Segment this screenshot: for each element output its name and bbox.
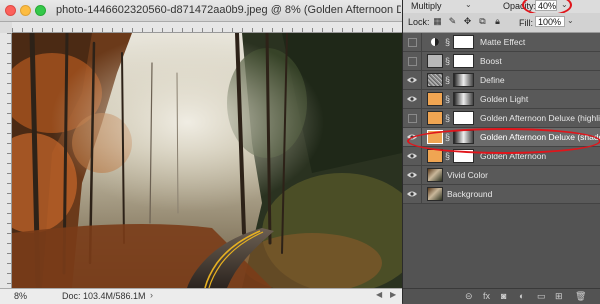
layer-row[interactable]: Background <box>403 185 600 204</box>
fill-label: Fill: <box>519 18 533 28</box>
hidden-visibility-box <box>408 38 417 47</box>
vertical-ruler[interactable] <box>0 33 12 288</box>
visibility-toggle[interactable] <box>403 52 422 70</box>
layer-mask-thumbnail[interactable] <box>453 73 474 87</box>
blend-dropdown-icon[interactable]: ⌄ <box>465 0 472 9</box>
add-mask-icon[interactable]: ◙ <box>501 291 506 301</box>
fill-input[interactable]: 100% <box>535 16 565 27</box>
layer-name: Golden Afternoon <box>480 151 547 161</box>
layer-thumbnail[interactable] <box>427 187 443 201</box>
eye-icon <box>407 96 417 102</box>
link-icon[interactable]: § <box>445 74 451 86</box>
layer-mask-thumbnail[interactable] <box>453 35 474 49</box>
status-menu-arrow-icon[interactable]: › <box>150 290 153 300</box>
layer-row[interactable]: § Golden Light <box>403 90 600 109</box>
canvas-image[interactable] <box>12 33 402 288</box>
layer-name: Background <box>447 189 493 199</box>
adjustment-thumbnail[interactable] <box>427 54 443 68</box>
visibility-toggle[interactable] <box>403 166 422 184</box>
lock-image-pixels-icon[interactable]: ✎ <box>448 17 457 26</box>
layer-style-icon[interactable]: fx <box>483 291 490 301</box>
layer-list: § Matte Effect § Boost § Define § Golden Light §… <box>403 33 600 204</box>
link-icon[interactable]: § <box>445 150 451 162</box>
hidden-visibility-box <box>408 114 417 123</box>
eye-icon <box>407 191 417 197</box>
document-title: photo-1446602320560-d871472aa0b9.jpeg @ … <box>56 4 401 16</box>
layer-thumbnail[interactable] <box>427 73 443 87</box>
hidden-visibility-box <box>408 57 417 66</box>
adjustment-thumbnail[interactable] <box>427 92 443 106</box>
visibility-toggle[interactable] <box>403 185 422 203</box>
new-layer-icon[interactable]: ⊞ <box>555 291 563 302</box>
lock-position-icon[interactable]: ✥ <box>463 17 472 26</box>
ruler-corner[interactable] <box>0 22 12 33</box>
link-icon[interactable]: § <box>445 131 451 143</box>
layer-name: Golden Afternoon Deluxe (shadows) <box>480 132 600 142</box>
layer-row[interactable]: § Golden Afternoon Deluxe (highlights) <box>403 109 600 128</box>
maximize-icon[interactable] <box>35 5 46 16</box>
lock-label: Lock: <box>408 17 430 27</box>
document-size: Doc: 103.4M/586.1M <box>62 291 146 301</box>
document-window: photo-1446602320560-d871472aa0b9.jpeg @ … <box>0 0 402 304</box>
layer-mask-thumbnail[interactable] <box>453 92 474 106</box>
blend-mode-select[interactable]: Multiply <box>411 1 442 11</box>
scroll-left-arrow-icon[interactable]: ◀ <box>376 290 382 299</box>
layer-mask-thumbnail[interactable] <box>453 130 474 144</box>
curves-adjustment-icon <box>431 38 439 46</box>
layer-name: Boost <box>480 56 502 66</box>
scroll-right-arrow-icon[interactable]: ▶ <box>390 290 396 299</box>
layer-row[interactable]: § Matte Effect <box>403 33 600 52</box>
status-bar: 8% Doc: 103.4M/586.1M › ◀ ▶ <box>0 288 402 304</box>
layer-mask-thumbnail[interactable] <box>453 111 474 125</box>
visibility-toggle[interactable] <box>403 147 422 165</box>
visibility-toggle[interactable] <box>403 128 422 146</box>
eye-icon <box>407 77 417 83</box>
adjustment-thumbnail[interactable] <box>427 35 443 49</box>
zoom-level[interactable]: 8% <box>14 291 27 301</box>
layer-row[interactable]: Vivid Color <box>403 166 600 185</box>
layer-row[interactable]: § Define <box>403 71 600 90</box>
adjustment-thumbnail[interactable] <box>427 149 443 163</box>
lock-all-icon[interactable]: 🔒︎ <box>493 17 502 26</box>
eye-icon <box>407 134 417 140</box>
new-group-icon[interactable]: ▭ <box>537 291 546 302</box>
layer-row[interactable]: § Golden Afternoon Deluxe (shadows) <box>403 128 600 147</box>
layer-name: Golden Afternoon Deluxe (highlights) <box>480 113 600 123</box>
window-title-bar[interactable]: photo-1446602320560-d871472aa0b9.jpeg @ … <box>0 0 402 22</box>
visibility-toggle[interactable] <box>403 90 422 108</box>
adjustment-layer-icon[interactable]: ◐ <box>519 291 524 301</box>
adjustment-thumbnail[interactable] <box>427 111 443 125</box>
layer-mask-thumbnail[interactable] <box>453 149 474 163</box>
layer-mask-thumbnail[interactable] <box>453 54 474 68</box>
lock-fill-row: Lock: ▦ ✎ ✥ ⧉ 🔒︎ Fill: 100% ⌄ <box>403 13 600 33</box>
layer-name: Vivid Color <box>447 170 488 180</box>
eye-icon <box>407 172 417 178</box>
link-icon[interactable]: § <box>445 36 451 48</box>
link-icon[interactable]: § <box>445 55 451 67</box>
trash-icon[interactable]: 🗑︎ <box>575 291 586 302</box>
layer-name: Golden Light <box>480 94 529 104</box>
link-layers-icon[interactable]: ⊝ <box>465 291 473 302</box>
eye-icon <box>407 153 417 159</box>
link-icon[interactable]: § <box>445 93 451 105</box>
layer-name: Matte Effect <box>480 37 526 47</box>
layer-row[interactable]: § Boost <box>403 52 600 71</box>
horizontal-ruler[interactable] <box>12 22 402 33</box>
visibility-toggle[interactable] <box>403 109 422 127</box>
adjustment-thumbnail[interactable] <box>427 130 443 144</box>
minimize-icon[interactable] <box>20 5 31 16</box>
layers-panel-footer: ⊝ fx ◙ ◐ ▭ ⊞ 🗑︎ <box>403 288 600 304</box>
link-icon[interactable]: § <box>445 112 451 124</box>
layer-thumbnail[interactable] <box>427 168 443 182</box>
layers-panel: Multiply ⌄ Opacity: 40% ⌄ Lock: ▦ ✎ ✥ ⧉ … <box>402 0 600 304</box>
blend-options-row: Multiply ⌄ Opacity: 40% ⌄ <box>403 0 600 16</box>
close-icon[interactable] <box>5 5 16 16</box>
visibility-toggle[interactable] <box>403 71 422 89</box>
layer-name: Define <box>480 75 505 85</box>
layer-row[interactable]: § Golden Afternoon <box>403 147 600 166</box>
lock-transparent-pixels-icon[interactable]: ▦ <box>433 17 442 26</box>
lock-artboard-icon[interactable]: ⧉ <box>478 17 487 26</box>
fill-dropdown-icon[interactable]: ⌄ <box>567 16 574 25</box>
visibility-toggle[interactable] <box>403 33 422 51</box>
